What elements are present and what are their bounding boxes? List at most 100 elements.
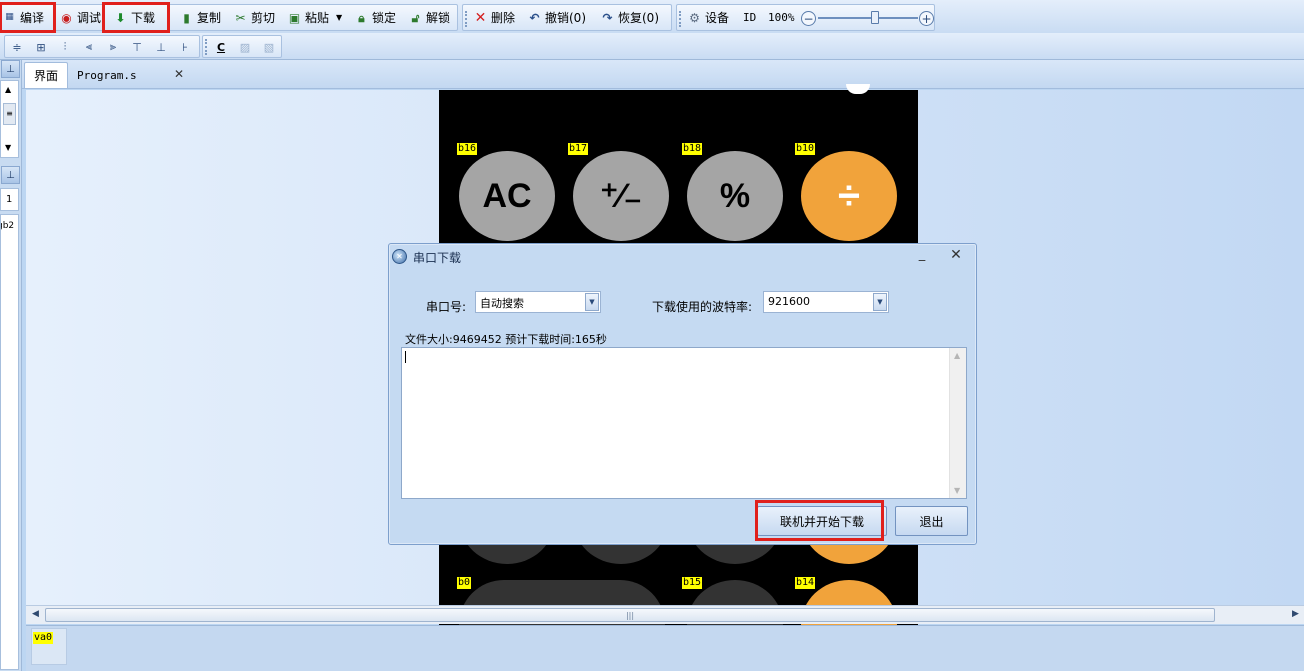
baud-select[interactable]: 921600 ▼ — [763, 291, 889, 313]
lock-icon: 🔒︎ — [358, 10, 365, 25]
toolbar-separator — [465, 11, 467, 27]
bottom-variable-panel — [26, 625, 1304, 671]
key-tag: b15 — [682, 577, 703, 589]
highlight-box — [755, 500, 884, 541]
key-tag: b18 — [682, 143, 703, 155]
serial-download-dialog: ✕ 串口下载 _ ✕ 串口号: 自动搜索 ▼ 下载使用的波特率: 921600 … — [388, 243, 977, 545]
port-label: 串口号: — [426, 300, 467, 314]
delete-x-icon: ✕ — [474, 9, 487, 26]
calc-key-percent[interactable]: % — [687, 151, 783, 241]
color-tool-group: C ▨ ▧ — [202, 35, 282, 58]
device-button[interactable]: ⚙ 设备 — [687, 5, 729, 30]
cut-button[interactable]: ✂ 剪切 — [233, 5, 275, 30]
toolbar-separator — [205, 39, 207, 55]
space-vertical-shrink-icon[interactable]: ⊦ — [177, 39, 193, 55]
hatch-clear-icon[interactable]: ▧ — [261, 39, 277, 55]
exit-button[interactable]: 退出 — [895, 506, 968, 536]
paste-icon: ▣ — [288, 10, 301, 25]
zoom-out-icon[interactable]: − — [801, 11, 816, 26]
log-vertical-scrollbar[interactable]: ▲ ▼ — [949, 348, 966, 498]
unlock-icon: 🔓︎ — [411, 10, 420, 25]
undo-button[interactable]: ↶ 撤销(0) — [527, 5, 586, 30]
port-select-value: 自动搜索 — [480, 297, 524, 310]
compile-button[interactable]: ▦ 编译 — [0, 2, 56, 33]
unlock-button[interactable]: 🔓︎ 解锁 — [408, 5, 450, 30]
space-equal-icon[interactable]: ⫷ — [81, 39, 97, 55]
delete-button[interactable]: ✕ 删除 — [473, 5, 515, 30]
hatch-icon[interactable]: ▨ — [237, 39, 253, 55]
horizontal-scrollbar[interactable]: ◀ ||| ▶ — [26, 605, 1304, 624]
tab-interface[interactable]: 界面 — [24, 62, 69, 88]
align-tool-group: ≑ ⊞ ⫶ ⫷ ⫸ ⊤ ⊥ ⊦ — [4, 35, 200, 58]
close-icon[interactable]: ✕ — [948, 247, 964, 263]
scroll-down-icon[interactable]: ▼ — [5, 143, 11, 152]
copy-icon: ▮ — [183, 10, 190, 25]
space-vertical-icon[interactable]: ⊥ — [153, 39, 169, 55]
baud-select-value: 921600 — [768, 295, 810, 308]
redo-button[interactable]: ↷ 恢复(0) — [600, 5, 659, 30]
undo-icon: ↶ — [529, 10, 540, 25]
file-info-text: 文件大小:9469452 预计下载时间:165秒 — [405, 333, 607, 346]
space-horizontal-icon[interactable]: ⫶ — [57, 39, 73, 55]
scroll-thumb[interactable]: ≡ — [3, 103, 16, 125]
key-tag: b10 — [795, 143, 816, 155]
left-list-text[interactable]: gb2 — [1, 221, 14, 231]
zoom-readout: 100% — [768, 11, 795, 24]
align-center-vertical-icon[interactable]: ≑ — [9, 39, 25, 55]
dialog-titlebar[interactable]: ✕ 串口下载 _ ✕ — [389, 244, 976, 270]
scroll-left-icon[interactable]: ◀ — [32, 609, 39, 619]
copy-button[interactable]: ▮ 复制 — [179, 5, 221, 30]
zoom-in-icon[interactable]: + — [919, 11, 934, 26]
scroll-up-icon[interactable]: ▲ — [954, 351, 960, 360]
paste-button[interactable]: ▣ 粘贴 ▼ — [287, 5, 342, 30]
minimize-icon[interactable]: _ — [914, 247, 930, 262]
pin-icon-2[interactable]: ⊥ — [1, 166, 20, 184]
calc-key-divide[interactable]: ÷ — [801, 151, 897, 241]
download-button[interactable]: ⬇ 下载 — [102, 2, 170, 33]
id-toggle-button[interactable]: ID — [743, 5, 756, 30]
lock-button[interactable]: 🔒︎ 锁定 — [354, 5, 396, 30]
align-toolbar: ≑ ⊞ ⫶ ⫷ ⫸ ⊤ ⊥ ⊦ C ▨ ▧ — [0, 33, 1304, 60]
pin-icon[interactable]: ⊥ — [1, 60, 20, 78]
debug-button[interactable]: ◉ 调试 — [59, 5, 103, 30]
toolbar-group-history: ✕ 删除 ↶ 撤销(0) ↷ 恢复(0) — [462, 4, 672, 31]
calc-key-plus-minus[interactable]: ⁺∕₋ — [573, 151, 669, 241]
dialog-title: 串口下载 — [413, 251, 462, 265]
text-caret — [405, 351, 406, 363]
zoom-slider-thumb[interactable] — [871, 11, 879, 24]
calc-key-ac[interactable]: AC — [459, 151, 555, 241]
color-c-button[interactable]: C — [213, 39, 229, 55]
compile-icon: ▦ — [5, 12, 14, 22]
align-box-icon[interactable]: ⊞ — [33, 39, 49, 55]
tab-program[interactable]: Program.s — [68, 62, 146, 88]
variable-tag: va0 — [33, 632, 54, 644]
dialog-app-icon: ✕ — [392, 249, 407, 264]
debug-icon: ◉ — [61, 10, 72, 25]
baud-label: 下载使用的波特率: — [652, 300, 753, 314]
space-shrink-icon[interactable]: ⫸ — [105, 39, 121, 55]
left-list-index[interactable]: 1 — [0, 188, 19, 211]
download-log-textarea[interactable]: ▲ ▼ — [401, 347, 967, 499]
paste-dropdown-icon[interactable]: ▼ — [336, 13, 342, 22]
key-tag: b0 — [457, 577, 472, 589]
document-tab-strip: 界面 Program.s ✕ — [22, 60, 1304, 89]
scroll-right-icon[interactable]: ▶ — [1292, 609, 1299, 619]
toolbar-group-view: ⚙ 设备 ID 100% − + — [676, 4, 935, 31]
horizontal-scroll-thumb[interactable]: ||| — [45, 608, 1215, 622]
align-top-icon[interactable]: ⊤ — [129, 39, 145, 55]
left-scroll-panel[interactable]: ▲ ≡ ▼ — [0, 80, 19, 158]
left-side-panel: ⊥ ▲ ≡ ▼ ⊥ 1 gb2 — [0, 60, 22, 671]
port-select[interactable]: 自动搜索 ▼ — [475, 291, 601, 313]
chevron-down-icon[interactable]: ▼ — [585, 293, 599, 311]
zoom-slider-track[interactable] — [818, 17, 918, 19]
cut-icon: ✂ — [235, 10, 246, 25]
download-arrow-icon: ⬇ — [115, 10, 126, 25]
redo-icon: ↷ — [602, 10, 613, 25]
gear-icon: ⚙ — [689, 10, 700, 25]
scroll-up-icon[interactable]: ▲ — [5, 85, 11, 94]
chevron-down-icon[interactable]: ▼ — [873, 293, 887, 311]
key-tag: b14 — [795, 577, 816, 589]
scroll-down-icon[interactable]: ▼ — [954, 486, 960, 495]
tab-close-icon[interactable]: ✕ — [174, 67, 184, 81]
toolbar-separator — [679, 11, 681, 27]
